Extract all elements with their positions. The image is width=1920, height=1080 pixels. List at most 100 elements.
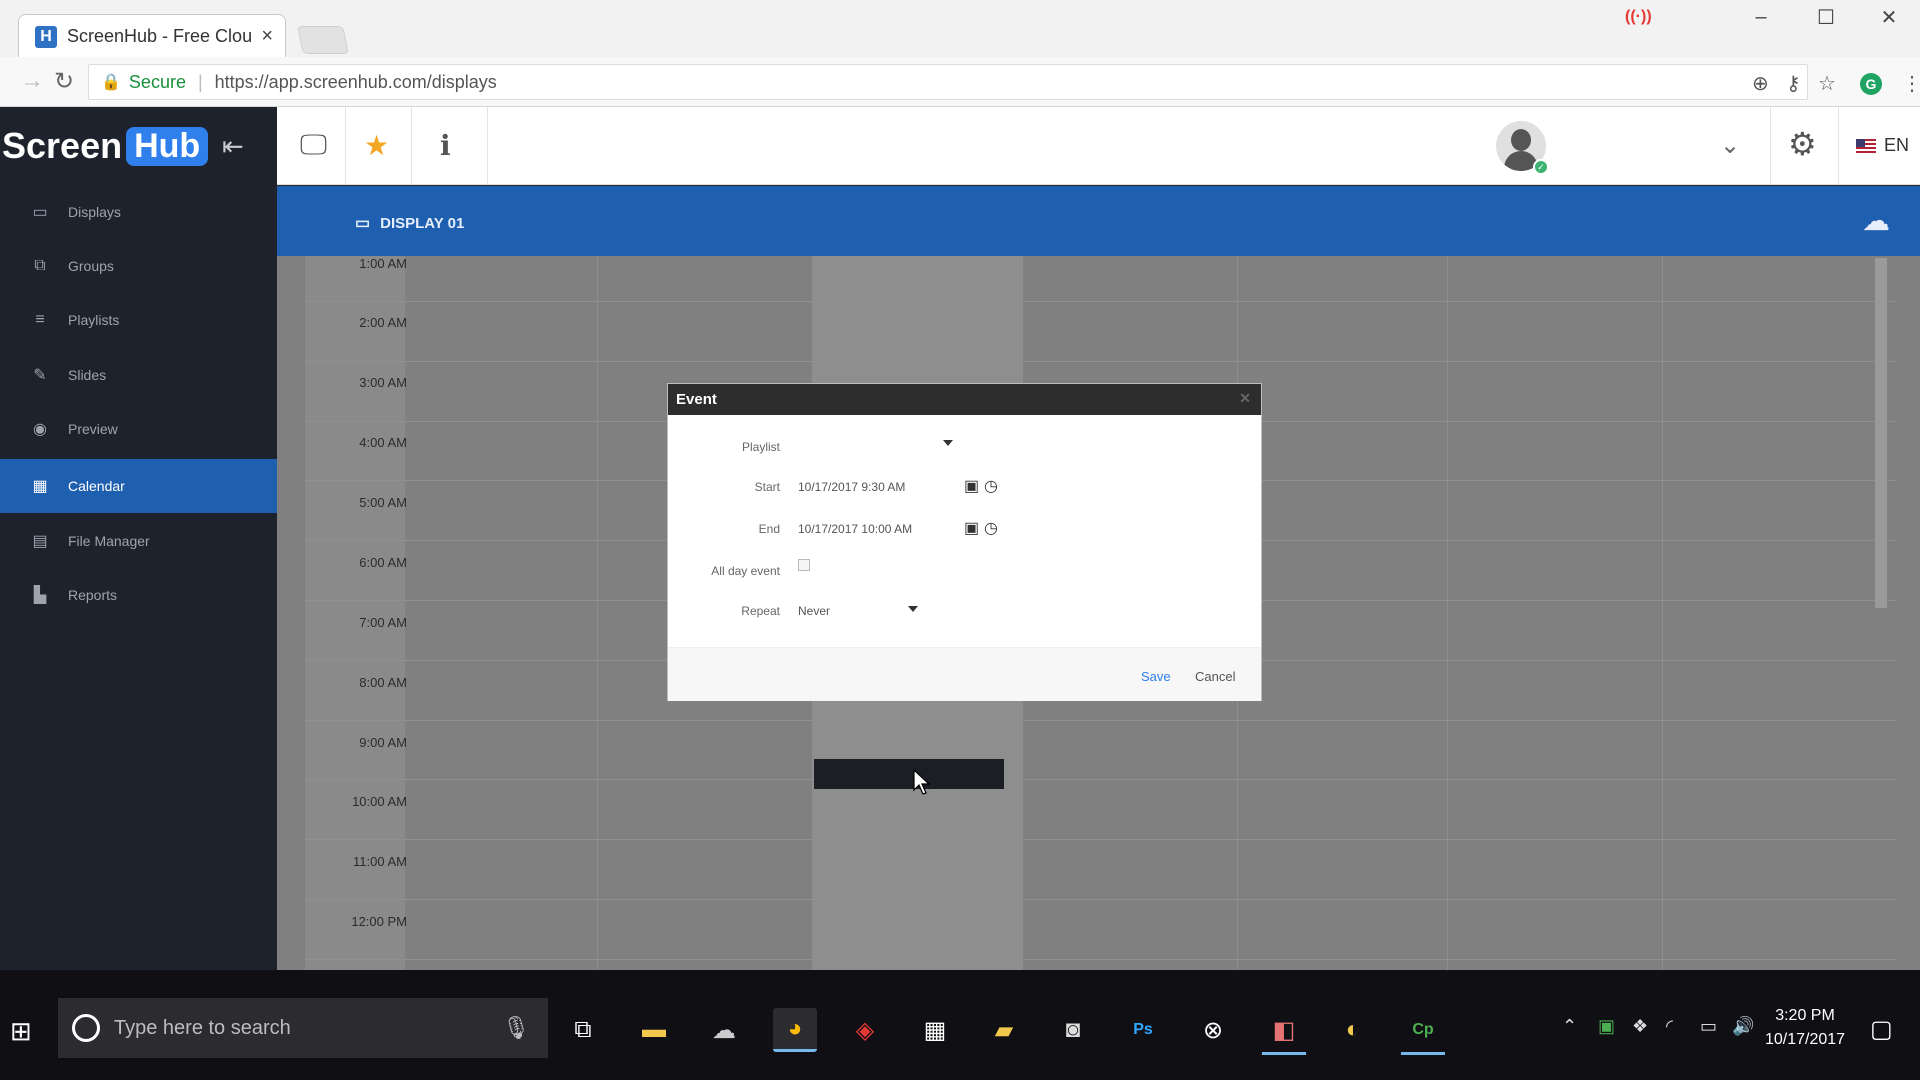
clock-time: 3:20 PM	[1775, 1007, 1835, 1024]
new-tab-button[interactable]	[297, 26, 349, 54]
info-icon[interactable]: ℹ	[440, 129, 451, 162]
address-bar[interactable]: 🔒 Secure | https://app.screenhub.com/dis…	[88, 64, 1808, 100]
file-explorer-icon[interactable]: ▬	[632, 1008, 676, 1052]
time-label: 2:00 AM	[359, 315, 407, 330]
chevron-down-icon	[943, 440, 953, 446]
all-day-label: All day event	[711, 564, 780, 578]
windows-start-icon[interactable]: ⊞	[10, 1016, 32, 1047]
close-icon[interactable]: ✕	[1239, 390, 1251, 407]
save-button[interactable]: Save	[1141, 669, 1171, 684]
battery-icon[interactable]: ▭	[1700, 1016, 1717, 1037]
key-icon[interactable]: ⚷	[1786, 71, 1801, 96]
show-hidden-icons-icon[interactable]: ⌃	[1562, 1016, 1577, 1037]
start-label: Start	[754, 480, 780, 494]
chrome-menu-icon[interactable]: ⋮	[1902, 71, 1920, 96]
start-datetime-input[interactable]: 10/17/2017 9:30 AM	[798, 480, 905, 494]
clock-icon[interactable]: ◷	[984, 518, 998, 538]
cancel-button[interactable]: Cancel	[1195, 669, 1235, 684]
reload-icon[interactable]: ↻	[54, 67, 74, 96]
collapse-sidebar-icon[interactable]: ⇤	[222, 131, 244, 162]
photoshop-icon[interactable]: Ps	[1121, 1008, 1165, 1052]
tray-app-icon[interactable]: ▣	[1598, 1016, 1615, 1037]
creative-cloud-icon[interactable]: ◈	[843, 1008, 887, 1052]
sidebar-item-displays[interactable]: ▭ Displays	[0, 185, 277, 239]
clock-icon[interactable]: ◷	[984, 476, 998, 496]
tab-title: ScreenHub - Free Clou	[67, 26, 253, 46]
calendar-scrollbar[interactable]	[1875, 258, 1887, 608]
tab-close-icon[interactable]: ×	[261, 25, 273, 48]
running-indicator	[1262, 1052, 1306, 1055]
language-selector[interactable]: EN	[1856, 135, 1909, 156]
network-app-icon[interactable]: ☁	[702, 1008, 746, 1052]
sticky-notes-icon[interactable]: ▰	[982, 1008, 1026, 1052]
grammarly-extension-icon[interactable]: G	[1860, 73, 1882, 95]
dialog-footer	[668, 647, 1261, 701]
sidebar-item-label: Displays	[68, 204, 121, 220]
repeat-label: Repeat	[741, 604, 780, 618]
clock-date: 10/17/2017	[1764, 1031, 1846, 1048]
hour-gridline	[305, 839, 1895, 841]
sidebar-item-playlists[interactable]: ≡ Playlists	[0, 293, 277, 347]
notifications-icon[interactable]: ▢	[1870, 1015, 1893, 1044]
sidebar-item-file-manager[interactable]: ▤ File Manager	[0, 514, 277, 568]
sidebar-item-preview[interactable]: ◉ Preview	[0, 402, 277, 456]
close-window-button[interactable]: ✕	[1858, 0, 1920, 34]
time-label: 7:00 AM	[359, 615, 407, 630]
sidebar-item-label: Slides	[68, 367, 107, 383]
monitor-icon[interactable]: 🖵	[300, 129, 327, 162]
sidebar: ▭ Displays ⧉ Groups ≡ Playlists ✎ Slides…	[0, 185, 277, 970]
screenhub-favicon-icon: H	[35, 25, 57, 48]
end-datetime-input[interactable]: 10/17/2017 10:00 AM	[798, 522, 912, 536]
browser-toolbar: → ↻ 🔒 Secure | https://app.screenhub.com…	[0, 57, 1920, 107]
sidebar-item-label: Calendar	[68, 478, 125, 494]
star-icon[interactable]: ★	[364, 129, 389, 162]
repeat-select[interactable]: Never	[797, 596, 927, 622]
calendar-picker-icon[interactable]: ▣	[964, 476, 979, 496]
hour-gridline	[305, 301, 1895, 302]
time-label: 4:00 AM	[359, 435, 407, 450]
recording-indicator-icon: ((·))	[1625, 8, 1652, 25]
gear-icon[interactable]: ⚙	[1788, 125, 1817, 163]
browser-tab[interactable]: H ScreenHub - Free Clou ×	[18, 14, 286, 58]
maximize-button[interactable]: ☐	[1795, 0, 1857, 34]
hour-gridline	[305, 899, 1895, 900]
sidebar-item-reports[interactable]: ▙ Reports	[0, 568, 277, 622]
chat-app-icon[interactable]: ◐	[1331, 1008, 1375, 1052]
microphone-icon[interactable]: 🎙	[502, 1015, 530, 1041]
all-day-checkbox[interactable]	[798, 559, 810, 571]
calendar-event-block[interactable]	[814, 759, 1004, 789]
cloud-upload-icon[interactable]: ☁	[1862, 204, 1890, 237]
dropbox-icon[interactable]: ❖	[1632, 1016, 1648, 1037]
sidebar-item-groups[interactable]: ⧉ Groups	[0, 239, 277, 293]
bookmark-star-icon[interactable]: ☆	[1818, 71, 1836, 96]
language-code: EN	[1884, 135, 1910, 155]
chevron-down-icon	[908, 606, 918, 612]
screenhub-logo[interactable]: Screen Hub ⇤	[0, 107, 277, 185]
chrome-icon[interactable]: ◕	[773, 1008, 817, 1052]
calendar-picker-icon[interactable]: ▣	[964, 518, 979, 538]
time-label: 5:00 AM	[359, 495, 407, 510]
xbox-icon[interactable]: ⊗	[1191, 1008, 1235, 1052]
camera-app-icon[interactable]: ◙	[1051, 1008, 1095, 1052]
chevron-down-icon[interactable]: ⌄	[1720, 131, 1740, 160]
sidebar-item-label: Reports	[68, 587, 118, 603]
us-flag-icon	[1856, 138, 1876, 153]
playlist-label: Playlist	[741, 440, 780, 454]
captivate-icon[interactable]: Cp	[1401, 1008, 1445, 1052]
hour-gridline	[305, 719, 1895, 721]
sidebar-item-calendar[interactable]: ▦ Calendar	[0, 459, 277, 513]
minimize-button[interactable]: –	[1730, 0, 1792, 34]
taskbar-search-box[interactable]: Type here to search 🎙	[58, 998, 548, 1058]
outlook-app-icon[interactable]: ◧	[1262, 1008, 1306, 1052]
playlist-select[interactable]	[797, 432, 955, 458]
location-icon[interactable]: ⊕	[1752, 71, 1769, 96]
wifi-icon[interactable]: ◜	[1666, 1016, 1673, 1037]
time-label: 12:00 PM	[351, 914, 407, 929]
calculator-icon[interactable]: ▦	[913, 1008, 957, 1052]
volume-icon[interactable]: 🔊	[1732, 1016, 1754, 1037]
sidebar-item-slides[interactable]: ✎ Slides	[0, 348, 277, 402]
task-view-icon[interactable]: ⧉	[561, 1008, 605, 1052]
taskbar-clock[interactable]: 3:20 PM 10/17/2017	[1760, 1004, 1850, 1052]
folder-icon: ▤	[32, 533, 48, 550]
back-arrow-icon[interactable]: →	[20, 67, 44, 95]
